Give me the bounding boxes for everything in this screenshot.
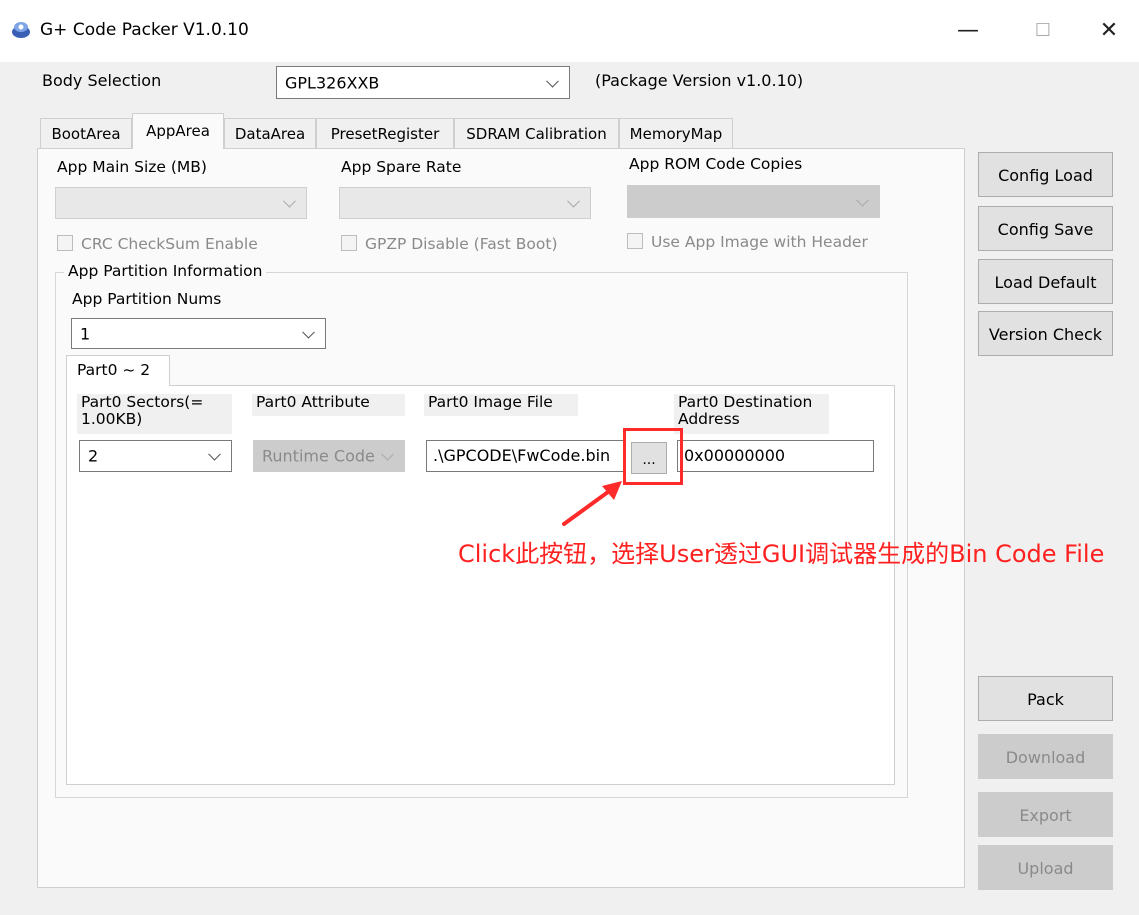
tab-dataarea[interactable]: DataArea	[224, 118, 316, 148]
export-button[interactable]: Export	[978, 792, 1113, 837]
part0-sectors-value: 2	[88, 446, 99, 466]
version-check-button[interactable]: Version Check	[978, 311, 1113, 356]
chevron-down-icon	[381, 447, 394, 461]
download-button[interactable]: Download	[978, 734, 1113, 779]
config-load-button[interactable]: Config Load	[978, 152, 1113, 197]
minimize-button[interactable]: —	[948, 14, 988, 48]
body-selection-value: GPL326XXB	[285, 73, 380, 92]
browse-highlight-box	[623, 428, 683, 485]
part0-attribute-value: Runtime Code	[262, 446, 375, 466]
maximize-button[interactable]: ☐	[1023, 14, 1063, 48]
chevron-down-icon	[856, 193, 869, 207]
tab-bootarea[interactable]: BootArea	[40, 118, 132, 148]
annotation-arrow-icon	[562, 481, 622, 526]
pack-button[interactable]: Pack	[978, 676, 1113, 721]
partition-nums-dropdown[interactable]: 1	[71, 318, 326, 349]
app-main-size-label: App Main Size (MB)	[57, 158, 207, 176]
tab-apparea[interactable]: AppArea	[132, 113, 224, 149]
app-rom-copies-label: App ROM Code Copies	[629, 155, 803, 173]
chevron-down-icon	[567, 194, 580, 208]
column-header-sectors: Part0 Sectors(= 1.00KB)	[77, 394, 232, 434]
annotation-text: Click此按钮，选择User透过GUI调试器生成的Bin Code File	[458, 540, 1105, 568]
tab-part0-2[interactable]: Part0 ~ 2	[66, 355, 170, 386]
chevron-down-icon	[546, 74, 559, 88]
column-header-destination: Part0 Destination Address	[674, 394, 829, 434]
close-button[interactable]: ✕	[1089, 14, 1129, 48]
column-header-attribute: Part0 Attribute	[252, 394, 405, 416]
chevron-down-icon	[302, 325, 315, 339]
partition-nums-value: 1	[80, 324, 91, 343]
gpzp-checkbox[interactable]	[341, 235, 357, 251]
partition-group-title: App Partition Information	[64, 262, 267, 280]
partition-nums-label: App Partition Nums	[72, 290, 222, 308]
upload-button[interactable]: Upload	[978, 845, 1113, 890]
column-header-image-file: Part0 Image File	[424, 394, 578, 416]
window-title: G+ Code Packer V1.0.10	[40, 20, 249, 40]
app-rom-copies-dropdown[interactable]	[627, 185, 880, 218]
crc-checkbox-label: CRC CheckSum Enable	[81, 235, 258, 253]
chevron-down-icon	[283, 194, 296, 208]
tab-presetregister[interactable]: PresetRegister	[316, 118, 454, 148]
app-main-size-dropdown[interactable]	[55, 187, 307, 219]
app-icon	[12, 22, 30, 38]
part0-image-file-input[interactable]: .\GPCODE\FwCode.bin	[426, 440, 624, 472]
body-selection-dropdown[interactable]: GPL326XXB	[276, 66, 570, 99]
body-selection-label: Body Selection	[42, 71, 162, 90]
config-save-button[interactable]: Config Save	[978, 206, 1113, 251]
header-checkbox-label: Use App Image with Header	[651, 233, 868, 251]
app-spare-rate-dropdown[interactable]	[339, 187, 591, 219]
load-default-button[interactable]: Load Default	[978, 259, 1113, 304]
gpzp-checkbox-label: GPZP Disable (Fast Boot)	[365, 235, 558, 253]
tab-memorymap[interactable]: MemoryMap	[619, 118, 733, 148]
part0-destination-input[interactable]: 0x00000000	[677, 440, 874, 472]
crc-checkbox[interactable]	[57, 235, 73, 251]
tab-sdram-calibration[interactable]: SDRAM Calibration	[454, 118, 619, 148]
part0-attribute-dropdown[interactable]: Runtime Code	[253, 440, 405, 472]
chevron-down-icon	[208, 447, 221, 461]
package-version-text: (Package Version v1.0.10)	[595, 71, 804, 90]
app-spare-rate-label: App Spare Rate	[341, 158, 462, 176]
part0-sectors-dropdown[interactable]: 2	[79, 440, 232, 472]
header-checkbox[interactable]	[627, 233, 643, 249]
